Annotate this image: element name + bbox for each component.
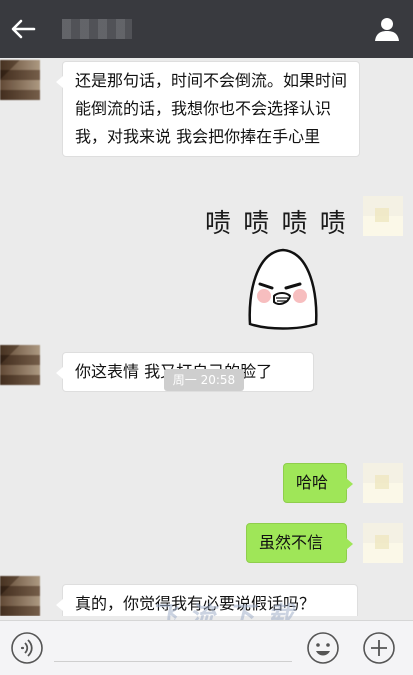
input-bar: [0, 620, 413, 675]
voice-icon: [11, 632, 43, 664]
contact-avatar[interactable]: [0, 345, 40, 385]
top-bar: [0, 0, 413, 58]
message-bubble[interactable]: 还是那句话，时间不会倒流。如果时间能倒流的话，我想你也不会选择认识我，对我来说 …: [56, 61, 360, 157]
emoji-button[interactable]: [306, 631, 340, 665]
timestamp-pill: 周一 20:58: [164, 369, 244, 391]
arrow-left-icon: [11, 19, 36, 39]
my-avatar[interactable]: [363, 523, 403, 563]
contact-avatar[interactable]: [0, 60, 40, 100]
back-button[interactable]: [8, 14, 38, 44]
my-avatar[interactable]: [363, 463, 403, 503]
sticker-text: 啧 啧 啧 啧: [205, 209, 348, 239]
plus-icon: [363, 632, 395, 664]
chat-title-pixelated: [62, 19, 132, 39]
contact-avatar[interactable]: [0, 576, 40, 616]
sticker-face-image[interactable]: [238, 244, 328, 334]
chat-area[interactable]: 还是那句话，时间不会倒流。如果时间能倒流的话，我想你也不会选择认识我，对我来说 …: [0, 58, 413, 616]
more-button[interactable]: [362, 631, 396, 665]
person-icon: [375, 18, 399, 41]
message-bubble[interactable]: 哈哈: [283, 463, 353, 503]
message-input[interactable]: [54, 661, 292, 662]
profile-button[interactable]: [373, 15, 401, 43]
smiley-icon: [307, 632, 339, 664]
message-bubble[interactable]: 虽然不信: [246, 523, 353, 563]
my-avatar[interactable]: [363, 196, 403, 236]
voice-button[interactable]: [10, 631, 44, 665]
